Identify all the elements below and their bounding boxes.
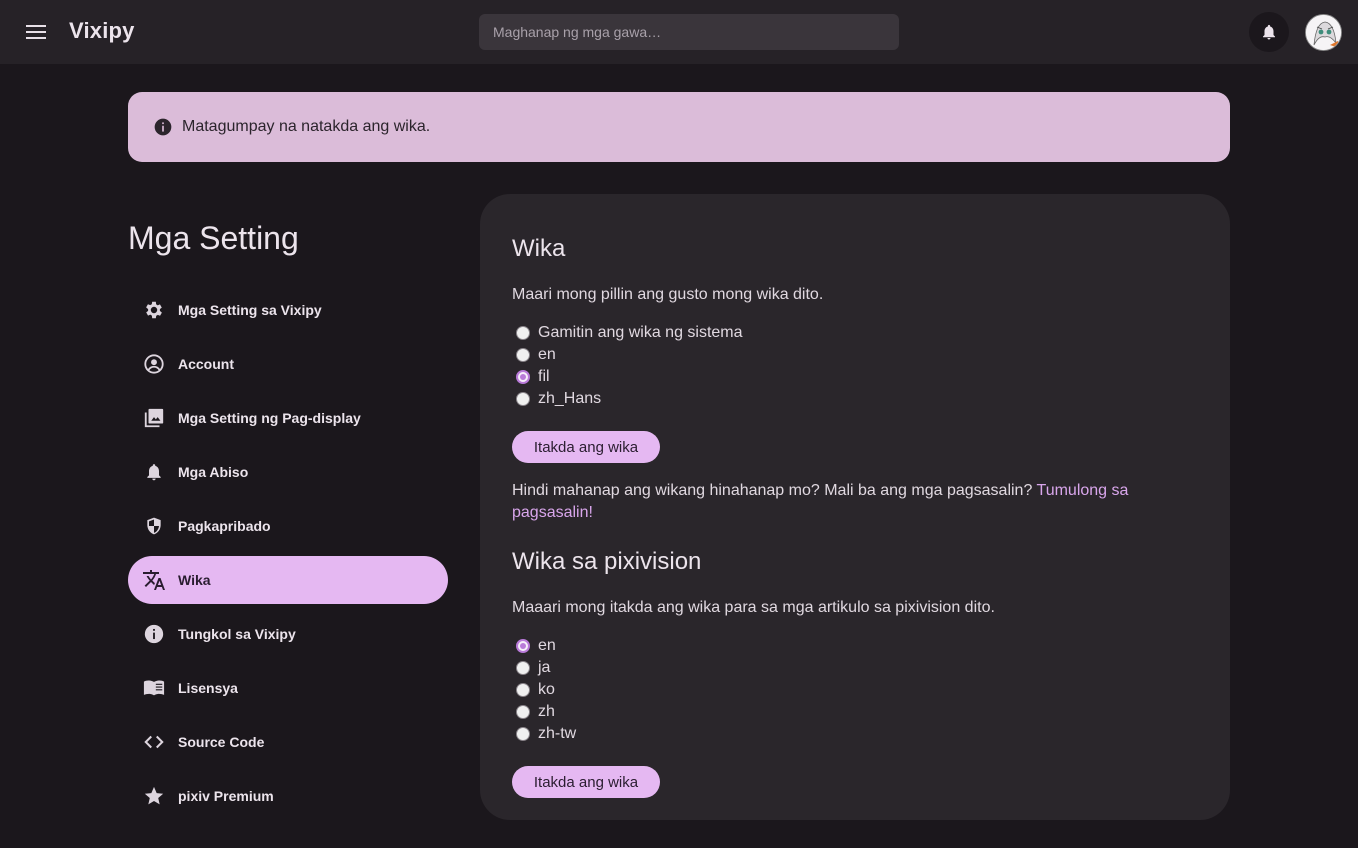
radio-label: ko — [538, 681, 555, 698]
sidebar-item-source-code[interactable]: Source Code — [128, 718, 448, 766]
avatar[interactable] — [1305, 14, 1342, 51]
set-language-button[interactable]: Itakda ang wika — [512, 431, 660, 463]
radio-button[interactable] — [516, 326, 530, 340]
book-icon — [142, 676, 166, 700]
radio-language-en[interactable]: en — [516, 344, 556, 366]
radio-button[interactable] — [516, 639, 530, 653]
sidebar-item-label: pixiv Premium — [178, 788, 274, 804]
code-icon — [142, 730, 166, 754]
bell-icon — [1263, 24, 1275, 40]
radio-label: zh-tw — [538, 725, 577, 742]
radio-pixivision-ko[interactable]: ko — [516, 679, 555, 701]
radio-button[interactable] — [516, 370, 530, 384]
radio-pixivision-en[interactable]: en — [516, 635, 556, 657]
sidebar-item-label: Mga Setting ng Pag-display — [178, 410, 361, 426]
sidebar-item-label: Account — [178, 356, 234, 372]
app-title[interactable]: Vixipy — [69, 18, 135, 44]
sidebar-item-privacy[interactable]: Pagkapribado — [128, 502, 448, 550]
radio-label: ja — [538, 659, 551, 676]
radio-pixivision-ja[interactable]: ja — [516, 657, 550, 679]
sidebar-item-language[interactable]: Wika — [128, 556, 448, 604]
account-circle-icon — [142, 352, 166, 376]
radio-label: en — [538, 346, 556, 363]
help-text: Hindi mahanap ang wikang hinahanap mo? M… — [512, 482, 1037, 499]
sidebar-item-label: Lisensya — [178, 680, 238, 696]
radio-button[interactable] — [516, 661, 530, 675]
radio-button[interactable] — [516, 705, 530, 719]
radio-label: Gamitin ang wika ng sistema — [538, 324, 743, 341]
info-icon — [154, 118, 172, 136]
language-section-title: Wika — [512, 235, 566, 262]
set-pixivision-language-button[interactable]: Itakda ang wika — [512, 766, 660, 798]
sidebar-item-label: Wika — [178, 572, 211, 588]
info-icon — [142, 622, 166, 646]
help-text-end: ! — [588, 504, 593, 521]
radio-label: zh — [538, 703, 555, 720]
pixivision-description: Maaari mong itakda ang wika para sa mga … — [512, 599, 995, 616]
sidebar-item-label: Source Code — [178, 734, 265, 750]
radio-button[interactable] — [516, 683, 530, 697]
star-icon — [142, 784, 166, 808]
banner-message: Matagumpay na natakda ang wika. — [182, 118, 431, 135]
translation-help-text: Hindi mahanap ang wikang hinahanap mo? M… — [512, 480, 1152, 524]
gear-icon — [142, 298, 166, 322]
radio-pixivision-zh[interactable]: zh — [516, 701, 555, 723]
sidebar-item-about[interactable]: Tungkol sa Vixipy — [128, 610, 448, 658]
radio-label: zh_Hans — [538, 390, 602, 407]
radio-pixivision-zh-tw[interactable]: zh-tw — [516, 723, 576, 745]
radio-system-language[interactable]: Gamitin ang wika ng sistema — [516, 322, 743, 344]
top-app-bar: Vixipy — [0, 0, 1358, 64]
photo-library-icon — [142, 406, 166, 430]
page-title: Mga Setting — [128, 220, 299, 256]
sidebar-item-license[interactable]: Lisensya — [128, 664, 448, 712]
translate-icon — [142, 568, 166, 592]
radio-button[interactable] — [516, 348, 530, 362]
pixivision-section-title: Wika sa pixivision — [512, 548, 702, 575]
radio-button[interactable] — [516, 727, 530, 741]
success-banner: Matagumpay na natakda ang wika. — [128, 92, 1230, 162]
radio-language-fil[interactable]: fil — [516, 366, 550, 388]
menu-icon[interactable] — [20, 16, 52, 48]
bell-icon — [142, 460, 166, 484]
sidebar-item-label: Mga Setting sa Vixipy — [178, 302, 322, 318]
radio-language-zh-hans[interactable]: zh_Hans — [516, 388, 601, 410]
sidebar-item-label: Tungkol sa Vixipy — [178, 626, 296, 642]
language-description: Maari mong pillin ang gusto mong wika di… — [512, 286, 824, 303]
sidebar-item-display-settings[interactable]: Mga Setting ng Pag-display — [128, 394, 448, 442]
shield-icon — [142, 514, 166, 538]
sidebar-item-pixiv-premium[interactable]: pixiv Premium — [128, 772, 448, 820]
sidebar-item-vixipy-settings[interactable]: Mga Setting sa Vixipy — [128, 286, 448, 334]
notifications-button[interactable] — [1249, 12, 1289, 52]
sidebar-item-label: Mga Abiso — [178, 464, 249, 480]
sidebar-item-notifications[interactable]: Mga Abiso — [128, 448, 448, 496]
radio-label: en — [538, 637, 556, 654]
search-input[interactable] — [479, 14, 899, 50]
sidebar-item-label: Pagkapribado — [178, 518, 271, 534]
radio-label: fil — [538, 368, 550, 385]
radio-button[interactable] — [516, 392, 530, 406]
sidebar-item-account[interactable]: Account — [128, 340, 448, 388]
